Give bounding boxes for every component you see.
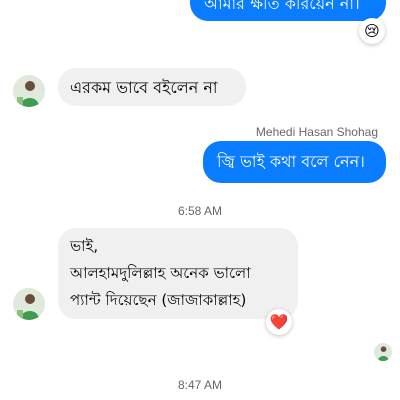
timestamp-divider: 8:47 AM [177,378,223,392]
heart-reaction-badge[interactable]: ❤️ [266,309,292,335]
timestamp-divider: 6:58 AM [177,204,223,218]
contact-avatar[interactable] [13,75,45,107]
sad-reaction-badge[interactable]: 😢 [359,18,385,44]
person-avatar-icon [13,288,45,320]
sender-name-label: Mehedi Hasan Shohag [255,125,378,139]
outgoing-message-bubble[interactable]: জ্বি ভাই কথা বলে নেন। [203,141,386,183]
seen-indicator-avatar [374,343,392,361]
contact-avatar[interactable] [13,288,45,320]
person-avatar-icon [13,75,45,107]
incoming-message-bubble[interactable]: এরকম ভাবে বইলেন না [58,68,246,106]
outgoing-message-bubble[interactable]: আমার ক্ষতি করিয়েন না। [190,0,386,21]
seen-avatar-icon [374,343,392,361]
incoming-message-bubble[interactable]: ভাই, আলহামদুলিল্লাহ অনেক ভালো প্যান্ট দি… [58,228,298,319]
